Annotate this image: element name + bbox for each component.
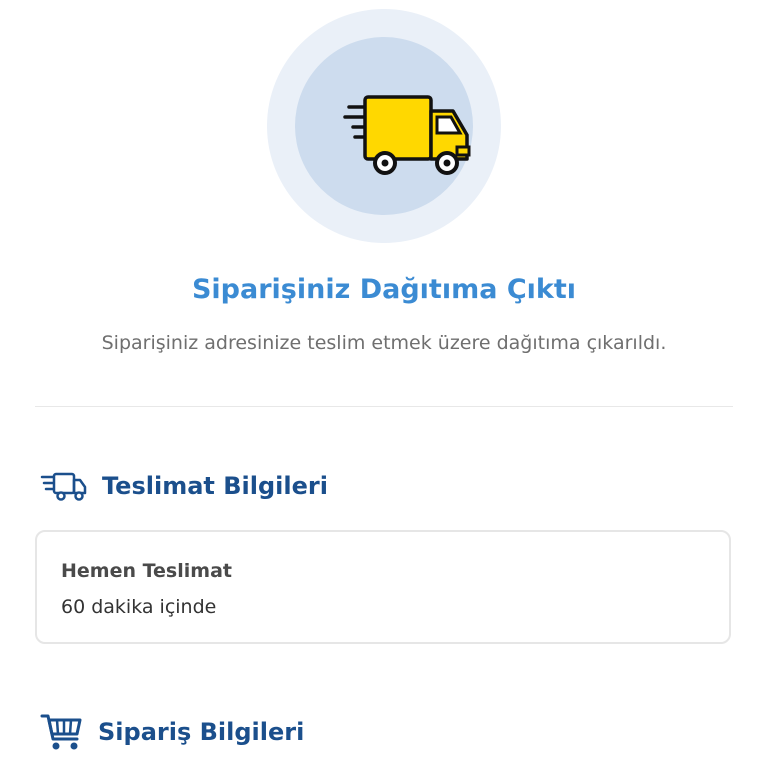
status-illustration [267,9,501,243]
delivery-truck-icon [343,95,471,175]
delivery-time: 60 dakika içinde [61,596,217,618]
delivery-type: Hemen Teslimat [61,560,232,582]
order-status-page: Siparişiniz Dağıtıma Çıktı Siparişiniz a… [0,0,768,768]
order-info-heading: Sipariş Bilgileri [98,718,305,746]
divider [35,406,733,407]
status-title: Siparişiniz Dağıtıma Çıktı [191,274,577,305]
delivery-card: Hemen Teslimat 60 dakika içinde [35,530,731,644]
order-info-header: Sipariş Bilgileri [40,712,304,752]
delivery-info-heading: Teslimat Bilgileri [102,472,328,500]
status-subtitle: Siparişiniz adresinize teslim etmek üzer… [101,332,667,354]
shopping-cart-icon [40,714,82,750]
delivery-info-header: Teslimat Bilgileri [40,466,328,506]
fast-truck-icon [40,472,87,501]
status-illustration-inner [295,37,473,215]
